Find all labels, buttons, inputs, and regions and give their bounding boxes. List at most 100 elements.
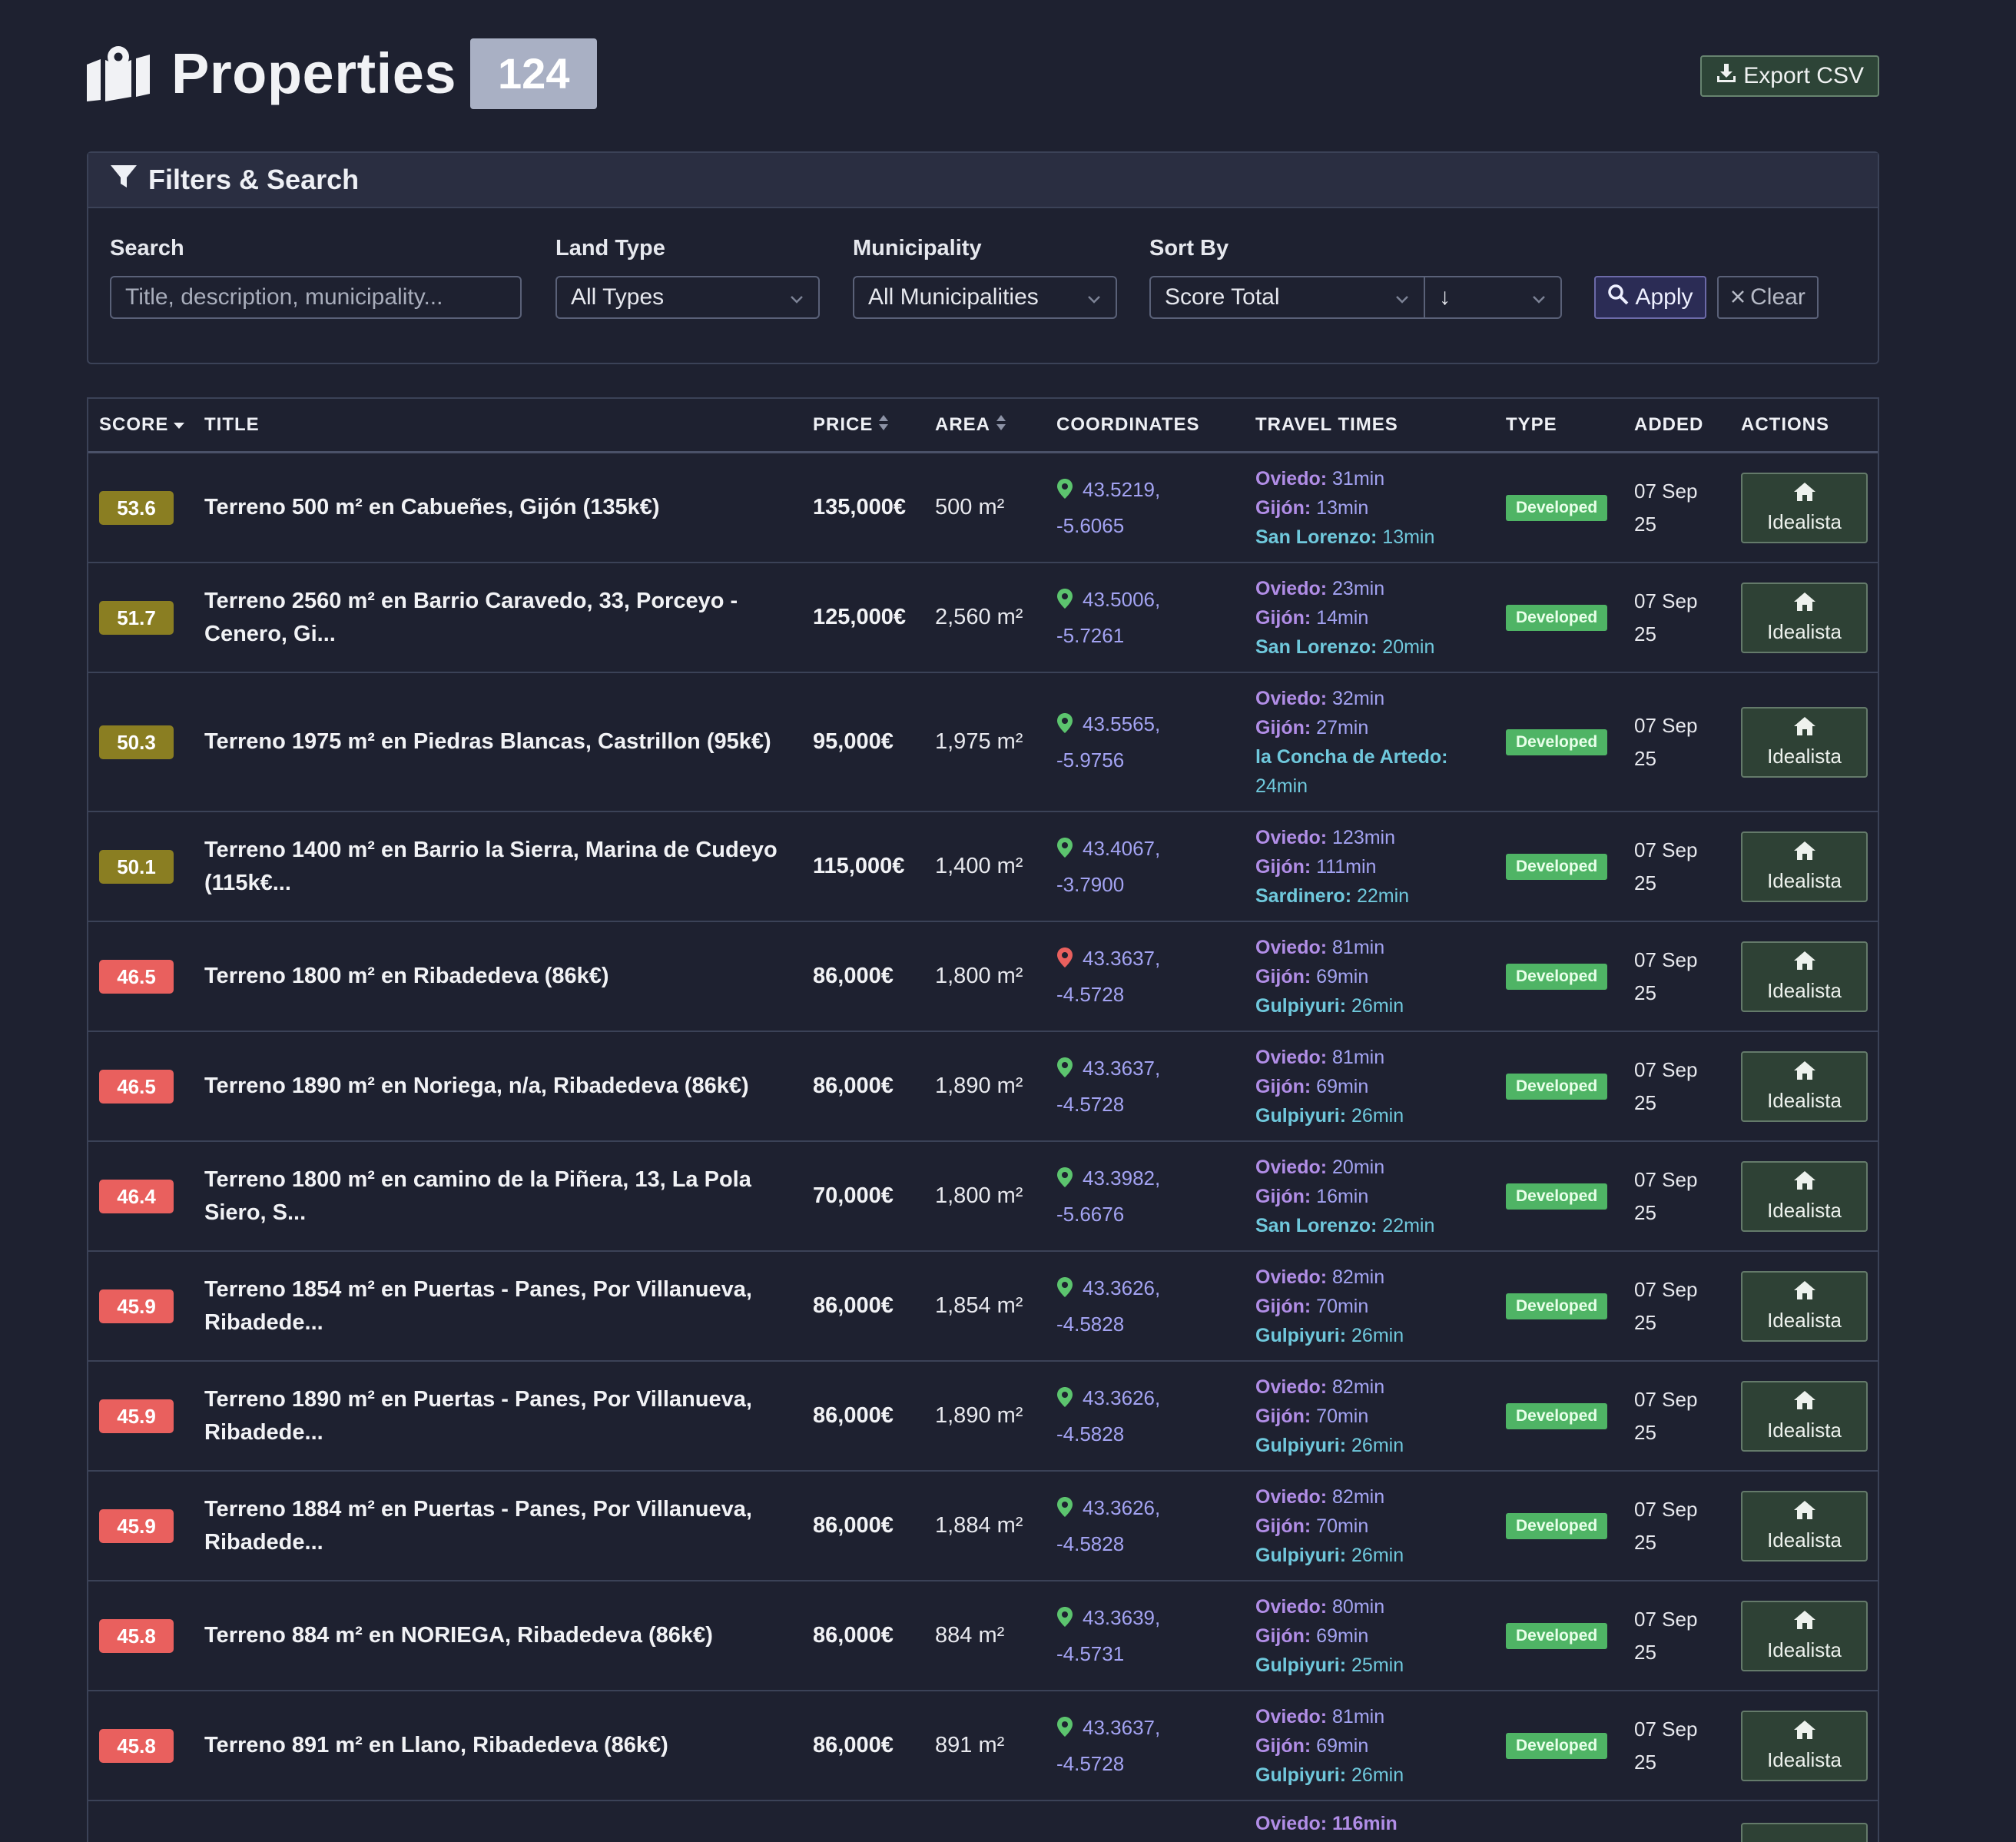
added-date-year: 25 (1634, 746, 1656, 770)
search-input[interactable]: Title, description, municipality... (110, 276, 522, 319)
property-title[interactable]: Terreno 1890 m² en Noriega, n/a, Ribaded… (204, 1070, 788, 1103)
coordinates-cell: 43.3639, -4.5731 (1056, 1581, 1160, 1690)
table-row: 45.9 Terreno 1854 m² en Puertas - Panes,… (88, 1252, 1878, 1362)
column-title: TITLE (204, 399, 260, 451)
idealista-button[interactable]: Idealista (1741, 1600, 1868, 1671)
coordinates-link[interactable]: 43.3639, -4.5731 (1056, 1601, 1160, 1671)
travel-times-cell: Oviedo: 32min Gijón: 27min la Concha de … (1255, 673, 1448, 811)
idealista-label: Idealista (1767, 978, 1842, 1002)
map-pin-icon (1056, 1055, 1073, 1088)
score-cell: 45.9 (99, 1362, 174, 1470)
latitude: 43.3639, (1083, 1605, 1161, 1629)
score-cell: 53.6 (99, 453, 174, 562)
coordinates-link[interactable]: 43.4067, -3.7900 (1056, 832, 1160, 901)
table-row: 51.7 Terreno 2560 m² en Barrio Caravedo,… (88, 563, 1878, 673)
area-cell: 1,800 m² (935, 1142, 1023, 1250)
travel-time: 70min (1311, 1515, 1369, 1537)
column-score[interactable]: SCORE (99, 399, 185, 451)
coordinates-link[interactable]: 43.3982, -5.6676 (1056, 1162, 1160, 1231)
title-cell: Terreno 1854 m² en Puertas - Panes, Por … (204, 1252, 788, 1360)
property-title[interactable]: Terreno 500 m² en Cabueñes, Gijón (135k€… (204, 491, 788, 524)
clear-button[interactable]: Clear (1717, 276, 1819, 319)
sort-field-select[interactable]: Score Total (1149, 276, 1425, 319)
added-cell: 07 Sep 25 (1634, 673, 1697, 811)
properties-table: SCORE TITLE PRICE AREA COORDINATES TRAVE… (87, 397, 1879, 1842)
travel-time: 20min (1377, 636, 1435, 658)
travel-city: Oviedo: (1255, 1595, 1328, 1618)
area-value: 884 m² (935, 1623, 1005, 1648)
property-title[interactable]: Terreno 1400 m² en Barrio la Sierra, Mar… (204, 834, 788, 900)
property-title[interactable]: Terreno 891 m² en Llano, Ribadedeva (86k… (204, 1729, 788, 1762)
idealista-button[interactable]: Idealista (1741, 1050, 1868, 1122)
score-badge: 46.5 (99, 959, 174, 994)
travel-time: 26min (1346, 1104, 1404, 1127)
idealista-button[interactable]: Idealista (1741, 706, 1868, 778)
travel-times-cell: Oviedo: 82min Gijón: 70min Gulpiyuri: 26… (1255, 1472, 1404, 1580)
travel-time: 22min (1377, 1214, 1435, 1236)
coordinates-link[interactable]: 43.3626, -4.5828 (1056, 1272, 1160, 1341)
added-date-day: 07 Sep (1634, 1387, 1698, 1411)
latitude: 43.3626, (1083, 1386, 1161, 1409)
property-title[interactable]: Terreno 1800 m² en camino de la Piñera, … (204, 1163, 788, 1230)
added-date-day: 07 Sep (1634, 479, 1698, 503)
travel-time: 31min (1327, 467, 1385, 490)
coordinates-link[interactable]: 43.5006, -5.7261 (1056, 583, 1160, 652)
column-area[interactable]: AREA (935, 399, 1007, 451)
title-line-1: Terreno 2560 m² en Barrio Caravedo, 33, … (204, 588, 738, 613)
municipality-select[interactable]: All Municipalities (853, 276, 1117, 319)
coordinates-link[interactable]: 43.3637, -4.5728 (1056, 1052, 1160, 1121)
idealista-button[interactable]: Idealista (1741, 1380, 1868, 1452)
property-title[interactable]: Terreno 2560 m² en Barrio Caravedo, 33, … (204, 585, 788, 651)
price-value: 86,000€ (813, 1403, 894, 1428)
map-pin-icon (1056, 711, 1073, 744)
coordinates-link[interactable]: 43.3626, -4.5828 (1056, 1382, 1160, 1451)
added-cell: 07 Sep 25 (1634, 1472, 1697, 1580)
price-cell: 86,000€ (813, 1472, 894, 1580)
home-icon (1793, 1720, 1816, 1745)
municipality-label: Municipality (853, 236, 982, 261)
property-title[interactable]: Terreno 1800 m² en Ribadedeva (86k€) (204, 960, 788, 993)
idealista-button[interactable]: Idealista (1741, 941, 1868, 1012)
coordinates-link[interactable]: 43.3637, -4.5728 (1056, 1711, 1160, 1781)
idealista-button[interactable]: Idealista (1741, 582, 1868, 653)
added-cell: 07 Sep 25 (1634, 1581, 1697, 1690)
column-price[interactable]: PRICE (813, 399, 890, 451)
sort-direction-select[interactable]: ↓ (1424, 276, 1562, 319)
coordinates-link[interactable]: 43.3626, -4.5828 (1056, 1492, 1160, 1561)
added-date-day: 07 Sep (1634, 838, 1698, 861)
property-title[interactable]: Terreno 1975 m² en Piedras Blancas, Cast… (204, 725, 788, 758)
longitude: -3.7900 (1056, 872, 1125, 896)
added-cell: 07 Sep 25 (1634, 453, 1697, 562)
idealista-button[interactable] (1741, 1823, 1868, 1842)
title-line-1: Terreno 500 m² en Cabueñes, Gijón (135k€… (204, 495, 660, 519)
coordinates-link[interactable]: 43.5565, -5.9756 (1056, 708, 1160, 777)
idealista-button[interactable]: Idealista (1741, 1270, 1868, 1342)
idealista-button[interactable]: Idealista (1741, 1710, 1868, 1781)
property-title[interactable]: Terreno 1890 m² en Puertas - Panes, Por … (204, 1383, 788, 1449)
score-cell: 50.3 (99, 673, 174, 811)
travel-city: Oviedo: (1255, 467, 1328, 490)
land-type-select[interactable]: All Types (555, 276, 820, 319)
coordinates-link[interactable]: 43.3637, -4.5728 (1056, 942, 1160, 1011)
travel-destination: Gulpiyuri: (1255, 1104, 1347, 1127)
coordinates-link[interactable]: 43.5219, -5.6065 (1056, 473, 1160, 543)
property-title[interactable]: Terreno 1884 m² en Puertas - Panes, Por … (204, 1493, 788, 1559)
idealista-button[interactable]: Idealista (1741, 831, 1868, 902)
export-csv-button[interactable]: Export CSV (1700, 55, 1879, 97)
property-title[interactable]: Terreno 884 m² en NORIEGA, Ribadedeva (8… (204, 1619, 788, 1652)
apply-button[interactable]: Apply (1594, 276, 1706, 319)
added-date: 07 Sep 25 (1634, 585, 1697, 651)
idealista-button[interactable]: Idealista (1741, 1490, 1868, 1562)
type-cell: Developed (1506, 673, 1608, 811)
chevron-down-icon (1393, 288, 1411, 314)
idealista-button[interactable]: Idealista (1741, 472, 1868, 543)
added-date: 07 Sep 25 (1634, 1163, 1697, 1230)
property-title[interactable]: Terreno 1854 m² en Puertas - Panes, Por … (204, 1273, 788, 1339)
idealista-button[interactable]: Idealista (1741, 1160, 1868, 1232)
table-row: 50.1 Terreno 1400 m² en Barrio la Sierra… (88, 812, 1878, 922)
travel-time: 82min (1327, 1266, 1385, 1288)
land-type-value: All Types (571, 284, 665, 310)
travel-time: 13min (1377, 526, 1435, 548)
travel-times-cell: Oviedo: 81min Gijón: 69min Gulpiyuri: 26… (1255, 922, 1404, 1031)
home-icon (1793, 951, 1816, 976)
